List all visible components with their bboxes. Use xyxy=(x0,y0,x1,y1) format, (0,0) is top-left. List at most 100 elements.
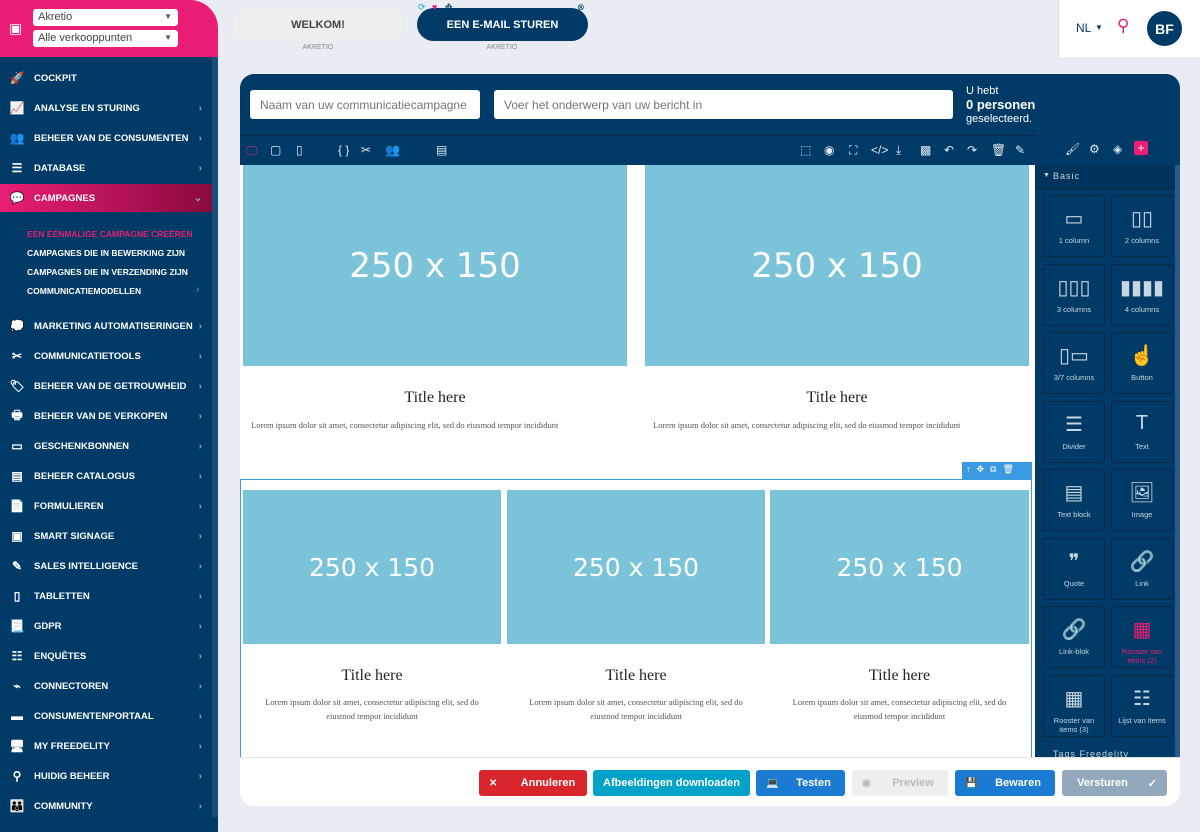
block-quote[interactable]: ❞ Quote xyxy=(1043,537,1105,600)
block-1-column[interactable]: ▭ 1 column xyxy=(1043,195,1105,257)
blocks-scrollbar[interactable] xyxy=(1175,165,1180,757)
language-select[interactable]: NL xyxy=(1076,21,1091,35)
tablet-view-icon[interactable]: ▢ xyxy=(270,143,281,157)
image-placeholder[interactable]: 250 x 150 xyxy=(770,490,1029,644)
sidebar-item-beheer-catalogus[interactable]: ▤ Beheer catalogus › xyxy=(0,462,212,490)
block-4-columns[interactable]: ▮▮▮▮ 4 columns xyxy=(1111,263,1173,326)
avatar[interactable]: BF xyxy=(1147,11,1182,46)
gear-icon[interactable]: ⚙ xyxy=(1089,142,1100,156)
block-lijst-van-items[interactable]: ☷ Lijst van items xyxy=(1111,674,1173,737)
sidebar-item-formulieren[interactable]: 📄 Formulieren › xyxy=(0,492,212,520)
tools-icon[interactable]: ✂ xyxy=(361,143,371,157)
block-text[interactable]: Lorem ipsum dolor sit amet, consectetur … xyxy=(519,695,753,723)
download-images-button[interactable]: Afbeeldingen downloaden xyxy=(593,770,750,796)
block-link-blok[interactable]: 🔗 Link-blok xyxy=(1043,606,1105,668)
tab-email[interactable]: EEN E-MAIL STUREN xyxy=(417,8,588,41)
image-placeholder[interactable]: 250 x 150 xyxy=(645,165,1029,366)
desktop-view-icon[interactable]: 🖵 xyxy=(246,143,258,158)
sidebar-scrollbar[interactable] xyxy=(212,57,218,817)
redo-icon[interactable]: ↷ xyxy=(967,143,977,157)
block-title[interactable]: Title here xyxy=(243,667,501,685)
image-placeholder[interactable]: 250 x 150 xyxy=(243,490,501,644)
block-text-block[interactable]: ▤ Text block xyxy=(1043,469,1105,531)
mobile-view-icon[interactable]: ▯ xyxy=(296,143,303,157)
send-button[interactable]: Versturen ✓ xyxy=(1062,770,1167,796)
brush-icon[interactable]: 🖌 xyxy=(1065,142,1080,156)
template-icon[interactable]: ▤ xyxy=(436,143,447,157)
sidebar-item-database[interactable]: ☰ Database › xyxy=(0,154,212,182)
select-area-icon[interactable]: ⬚ xyxy=(800,143,811,157)
sidebar-item-tabletten[interactable]: ▯ Tabletten › xyxy=(0,582,212,610)
sidebar-subitem[interactable]: EEN ÉÉNMALIGE CAMPAGNE CREËREN xyxy=(27,229,193,239)
sidebar-subitem[interactable]: CAMPAGNES DIE IN VERZENDING ZIJN xyxy=(27,267,188,277)
save-button[interactable]: 💾 Bewaren xyxy=(955,770,1055,796)
tab-welkom[interactable]: WELKOM! xyxy=(233,8,403,41)
users-icon[interactable]: 👥 xyxy=(385,143,400,157)
sidebar-subitem[interactable]: CAMPAGNES DIE IN BEWERKING ZIJN xyxy=(27,248,185,258)
sidebar-item-community[interactable]: 👪 Community › xyxy=(0,792,212,820)
code-braces-icon[interactable]: { } xyxy=(338,143,349,157)
block-rooster-van-items-2-[interactable]: ▦ Rooster van items (2) xyxy=(1111,606,1173,668)
preview-button[interactable]: ◉ Preview xyxy=(852,770,948,796)
grid-icon[interactable]: ✥ xyxy=(445,2,453,13)
heart-icon[interactable]: ♥ xyxy=(432,2,437,12)
block-link[interactable]: 🔗 Link xyxy=(1111,537,1173,600)
block-3-columns[interactable]: ▯▯▯ 3 columns xyxy=(1043,263,1105,326)
sidebar-subitem[interactable]: COMMUNICATIEMODELLEN xyxy=(27,286,141,296)
sidebar-item-marketing-automatiseringen[interactable]: 💭 Marketing automatiseringen › xyxy=(0,312,212,340)
add-block-icon[interactable]: + xyxy=(1134,141,1148,155)
edit-icon[interactable]: ✎ xyxy=(1015,143,1025,157)
remove-image-icon[interactable]: ▩ xyxy=(920,143,931,157)
block-rooster-van-items-3-[interactable]: ▦ Rooster van items (3) xyxy=(1043,674,1105,737)
sidebar-item-smart-signage[interactable]: ▣ Smart signage › xyxy=(0,522,212,550)
code-icon[interactable]: </> xyxy=(871,143,888,157)
image-placeholder[interactable]: 250 x 150 xyxy=(507,490,765,644)
block-3-7-columns[interactable]: ▯▭ 3/7 columns xyxy=(1043,332,1105,394)
sidebar-item-beheer-van-de-consumenten[interactable]: 👥 Beheer van de consumenten › xyxy=(0,124,212,152)
email-canvas[interactable]: 250 x 150 Title here Lorem ipsum dolor sit… xyxy=(240,165,1032,757)
sidebar-item-huidig-beheer[interactable]: ⚲ Huidig beheer › xyxy=(0,762,212,790)
row-actions-toolbar[interactable]: ↑✥⧉🗑 xyxy=(962,462,1032,479)
section-basic-label[interactable]: Basic xyxy=(1053,171,1080,181)
fullscreen-icon[interactable]: ⛶ xyxy=(849,143,857,158)
sidebar-item-consumentenportaal[interactable]: ▬ Consumentenportaal › xyxy=(0,702,212,730)
sidebar-item-my-freedelity[interactable]: 🖥 My Freedelity › xyxy=(0,732,212,760)
subject-input[interactable] xyxy=(494,90,953,119)
cancel-button[interactable]: ✕ Annuleren xyxy=(479,770,587,796)
sidebar-item-enqu-tes[interactable]: ☷ Enquêtes › xyxy=(0,642,212,670)
account-select[interactable]: Akretio xyxy=(33,9,178,26)
test-button[interactable]: 💻 Testen xyxy=(756,770,845,796)
sidebar-item-cockpit[interactable]: 🚀 Cockpit xyxy=(0,64,212,92)
block-text[interactable]: Lorem ipsum dolor sit amet, consectetur … xyxy=(782,695,1017,723)
block-text[interactable]: Lorem ipsum dolor sit amet, consectetur … xyxy=(255,695,489,723)
block-2-columns[interactable]: ▯▯ 2 columns xyxy=(1111,195,1173,257)
eye-icon[interactable]: ◉ xyxy=(824,143,834,157)
outlet-select[interactable]: Alle verkooppunten xyxy=(33,30,178,47)
undo-icon[interactable]: ↶ xyxy=(944,143,954,157)
sidebar-item-beheer-van-de-verkopen[interactable]: 🖶 Beheer van de verkopen › xyxy=(0,402,212,430)
sidebar-item-connectoren[interactable]: ⌁ Connectoren › xyxy=(0,672,212,700)
refresh-icon[interactable]: ⟳ xyxy=(418,2,426,13)
block-title[interactable]: Title here xyxy=(770,667,1029,685)
sidebar-item-campagnes[interactable]: 💬 Campagnes ⌄ xyxy=(0,184,212,212)
layers-icon[interactable]: ◈ xyxy=(1113,142,1122,156)
sidebar-item-communicatietools[interactable]: ✂ Communicatietools › xyxy=(0,342,212,370)
image-placeholder[interactable]: 250 x 150 xyxy=(243,165,627,366)
block-text[interactable]: Lorem ipsum dolor sit amet, consectetur … xyxy=(645,418,1029,432)
campaign-name-input[interactable] xyxy=(250,90,480,119)
close-tab-icon[interactable]: ⊗ xyxy=(577,2,585,13)
search-icon[interactable]: ⚲ xyxy=(1117,16,1129,36)
block-title[interactable]: Title here xyxy=(507,667,765,685)
sidebar-item-sales-intelligence[interactable]: ✎ Sales intelligence › xyxy=(0,552,212,580)
download-icon[interactable]: ⤓ xyxy=(896,143,901,158)
block-text[interactable]: Lorem ipsum dolor sit amet, consectetur … xyxy=(243,418,627,432)
block-divider[interactable]: ☰ Divider xyxy=(1043,400,1105,463)
sidebar-item-geschenkbonnen[interactable]: ▭ Geschenkbonnen › xyxy=(0,432,212,460)
sidebar-item-gdpr[interactable]: 📃 GDPR › xyxy=(0,612,212,640)
sidebar-item-beheer-van-de-getrouwheid[interactable]: 🏷 Beheer van de getrouwheid › xyxy=(0,372,212,400)
sidebar-item-analyse-en-sturing[interactable]: 📈 Analyse en sturing › xyxy=(0,94,212,122)
trash-icon[interactable]: 🗑 xyxy=(991,143,1006,157)
block-title[interactable]: Title here xyxy=(243,389,627,407)
block-title[interactable]: Title here xyxy=(645,389,1029,407)
block-button[interactable]: ☝ Button xyxy=(1111,332,1173,394)
